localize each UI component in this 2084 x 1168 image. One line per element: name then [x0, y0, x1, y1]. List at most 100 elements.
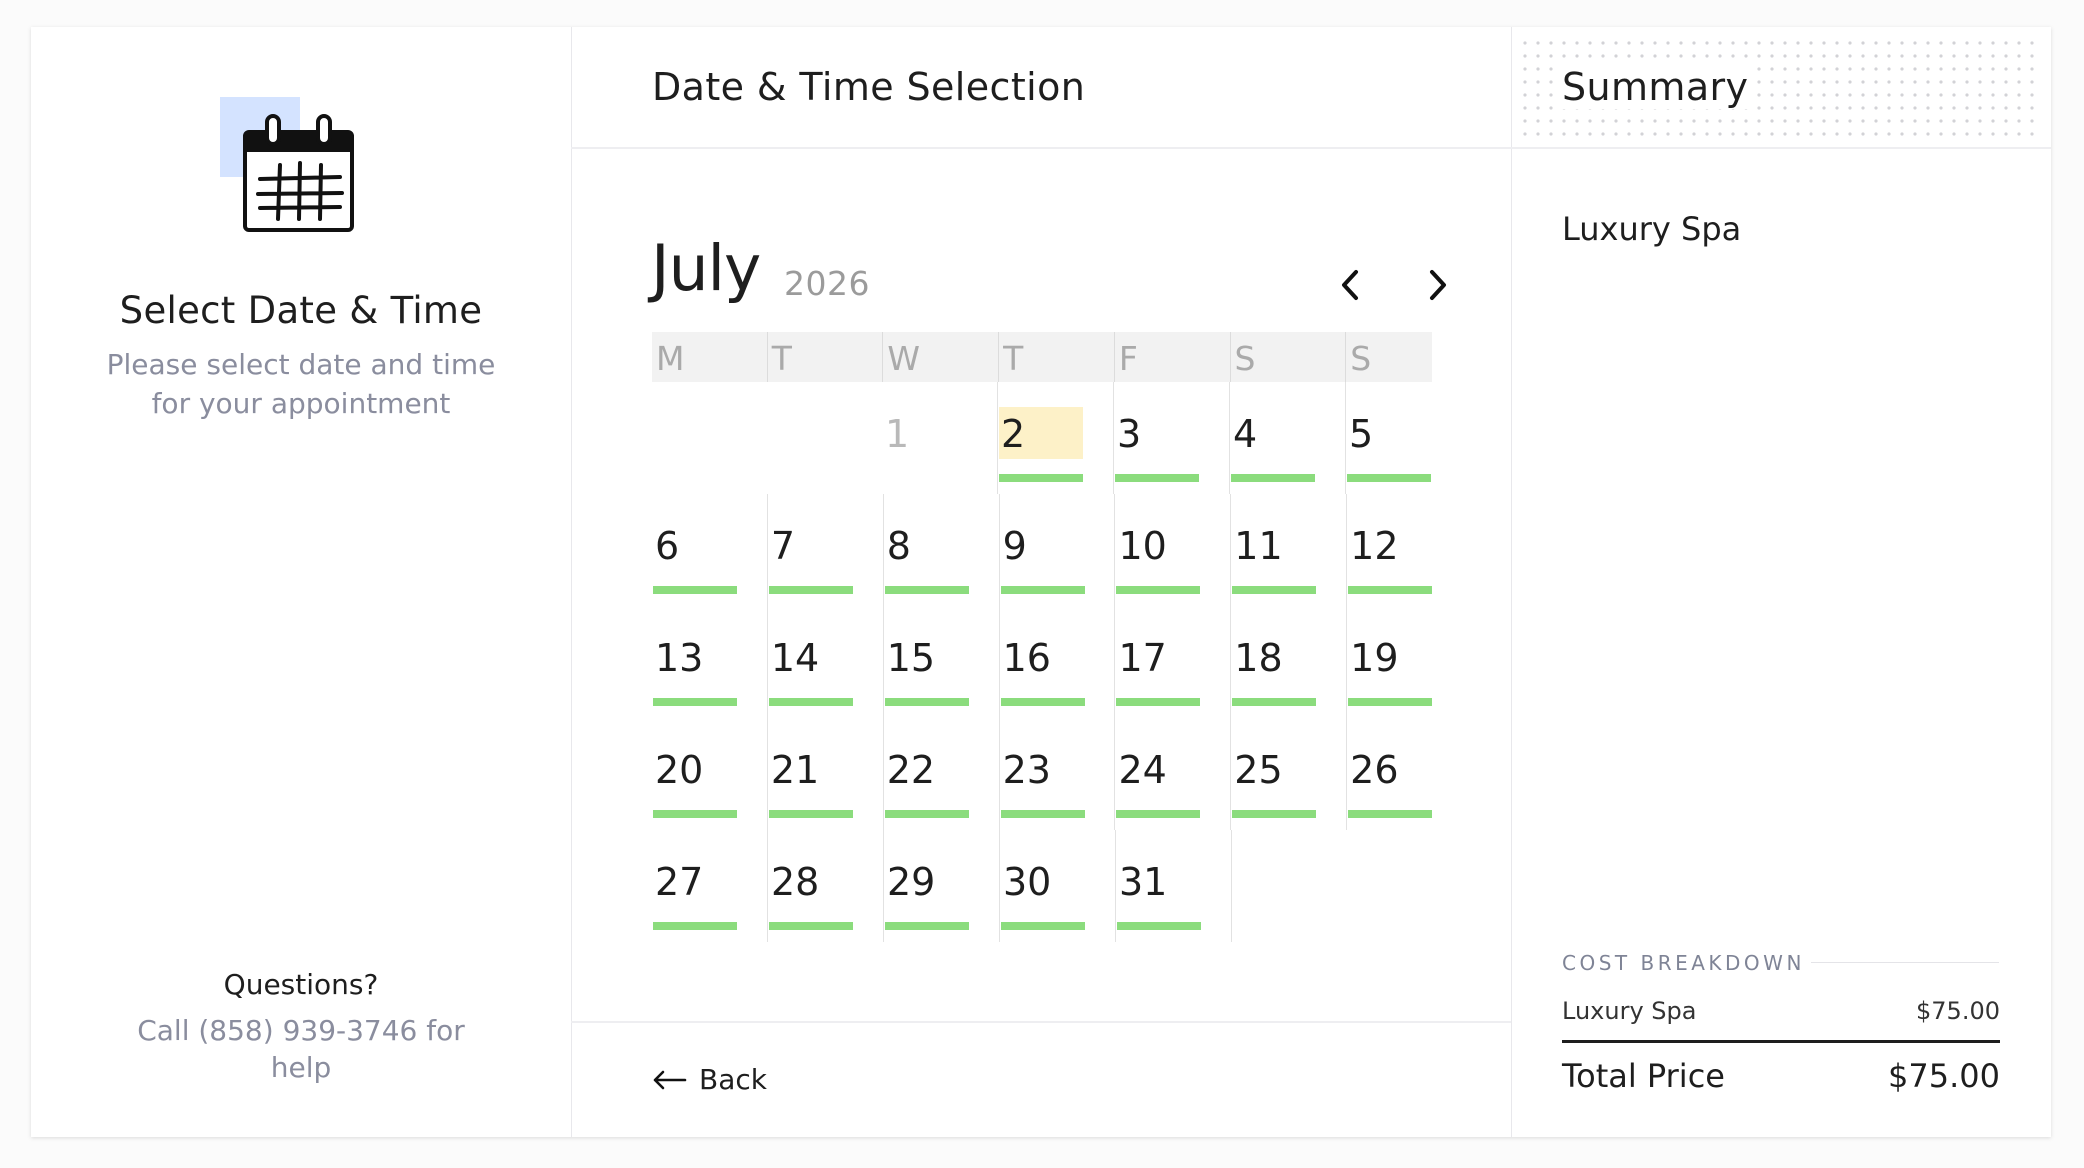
day-number: 14 [770, 636, 820, 680]
availability-bar [1116, 586, 1201, 594]
availability-bar [885, 922, 969, 930]
availability-bar [1232, 698, 1317, 706]
calendar-day[interactable]: 9 [1000, 494, 1116, 606]
availability-bar [653, 922, 737, 930]
day-number: 4 [1233, 412, 1258, 456]
next-month-button[interactable] [1412, 260, 1462, 310]
cost-breakdown-label: COST BREAKDOWN [1562, 951, 1805, 975]
selected-service: Luxury Spa [1562, 210, 1742, 248]
prev-month-button[interactable] [1326, 260, 1376, 310]
day-number: 20 [655, 748, 704, 792]
day-number: 28 [771, 860, 820, 904]
empty-day-cell [767, 382, 882, 494]
calendar-day[interactable]: 19 [1347, 606, 1433, 718]
chevron-left-icon [1342, 270, 1358, 300]
day-number: 27 [655, 860, 704, 904]
day-number: 22 [886, 748, 936, 792]
day-number: 11 [1234, 524, 1283, 568]
empty-day-cell [1347, 830, 1432, 942]
calendar-day[interactable]: 17 [1115, 606, 1232, 718]
availability-bar [999, 474, 1083, 482]
back-button[interactable]: Back [651, 1063, 767, 1096]
calendar-day[interactable]: 11 [1231, 494, 1348, 606]
weekday-header: MTWTFSS [652, 332, 1432, 382]
back-label: Back [699, 1063, 767, 1096]
calendar-day[interactable]: 12 [1347, 494, 1433, 606]
day-number: 31 [1119, 860, 1168, 904]
calendar-illustration-icon [220, 97, 354, 232]
calendar-day[interactable]: 27 [652, 830, 768, 942]
calendar-day[interactable]: 7 [768, 494, 884, 606]
calendar-day[interactable]: 13 [652, 606, 768, 718]
calendar-day[interactable]: 18 [1231, 606, 1348, 718]
weekday-label: F [1115, 332, 1231, 382]
day-number: 24 [1118, 748, 1167, 792]
cost-item-name: Luxury Spa [1562, 997, 1697, 1025]
availability-bar [1231, 474, 1315, 482]
center-header: Date & Time Selection [571, 27, 1511, 149]
calendar-day[interactable]: 16 [1000, 606, 1116, 718]
day-number: 2 [1001, 412, 1026, 456]
page-subtitle: Please select date and time for your app… [106, 348, 496, 420]
availability-bar [1348, 698, 1433, 706]
calendar-day[interactable]: 8 [884, 494, 1000, 606]
total-row: Total Price $75.00 [1562, 1057, 2000, 1095]
availability-bar [884, 810, 969, 818]
calendar-day[interactable]: 26 [1347, 718, 1433, 830]
total-divider [1562, 1040, 2000, 1043]
calendar-day[interactable]: 4 [1230, 382, 1346, 494]
calendar-day[interactable]: 3 [1114, 382, 1230, 494]
calendar-day[interactable]: 10 [1115, 494, 1232, 606]
center-footer: Back [571, 1021, 1511, 1137]
availability-bar [1001, 922, 1085, 930]
availability-bar [1348, 810, 1433, 818]
calendar-day[interactable]: 25 [1231, 718, 1348, 830]
day-number: 13 [655, 636, 704, 680]
calendar-week-row: 27 28 29 30 31 [652, 830, 1432, 942]
weekday-label: S [1350, 339, 1372, 378]
center-panel: Date & Time Selection July 2026 MTWTFSS … [571, 27, 1511, 1137]
year-label: 2026 [784, 264, 870, 303]
availability-bar [1000, 698, 1085, 706]
availability-bar [1117, 922, 1201, 930]
calendar-day[interactable]: 31 [1116, 830, 1232, 942]
calendar-day[interactable]: 22 [884, 718, 1000, 830]
calendar-day[interactable]: 24 [1115, 718, 1232, 830]
availability-bar [884, 698, 969, 706]
weekday-label: S [1231, 332, 1347, 382]
calendar-day[interactable]: 15 [884, 606, 1000, 718]
calendar-day[interactable]: 21 [768, 718, 884, 830]
calendar-day[interactable]: 6 [652, 494, 768, 606]
calendar-day[interactable]: 2 [998, 382, 1114, 494]
day-number: 23 [1002, 748, 1051, 792]
day-number: 18 [1234, 636, 1283, 680]
calendar-day[interactable]: 23 [1000, 718, 1116, 830]
calendar-week-row: 13 14 15 16 17 18 19 [652, 606, 1433, 718]
day-number: 30 [1003, 860, 1052, 904]
day-number: 25 [1234, 748, 1283, 792]
availability-bar [653, 586, 737, 594]
empty-day-cell [1232, 830, 1347, 942]
calendar-week-row: 1 2 3 4 5 [652, 382, 1432, 494]
availability-bar [1347, 474, 1431, 482]
availability-bar [768, 586, 853, 594]
summary-title: Summary [1562, 65, 1751, 109]
calendar-day[interactable]: 29 [884, 830, 1000, 942]
availability-bar [768, 698, 853, 706]
day-number: 9 [1002, 524, 1027, 568]
calendar-day[interactable]: 30 [1000, 830, 1116, 942]
weekday-label: T [768, 332, 884, 382]
availability-bar [1000, 810, 1085, 818]
calendar-day[interactable]: 28 [768, 830, 884, 942]
calendar-day[interactable]: 5 [1346, 382, 1431, 494]
calendar-day[interactable]: 14 [768, 606, 884, 718]
calendar-day[interactable]: 20 [652, 718, 768, 830]
availability-bar [1115, 474, 1199, 482]
arrow-left-icon [653, 1070, 687, 1089]
day-number: 21 [770, 748, 820, 792]
day-number: 16 [1002, 636, 1051, 680]
day-number: 10 [1118, 524, 1167, 568]
availability-bar [1116, 810, 1201, 818]
availability-bar [653, 698, 737, 706]
availability-bar [1000, 586, 1085, 594]
